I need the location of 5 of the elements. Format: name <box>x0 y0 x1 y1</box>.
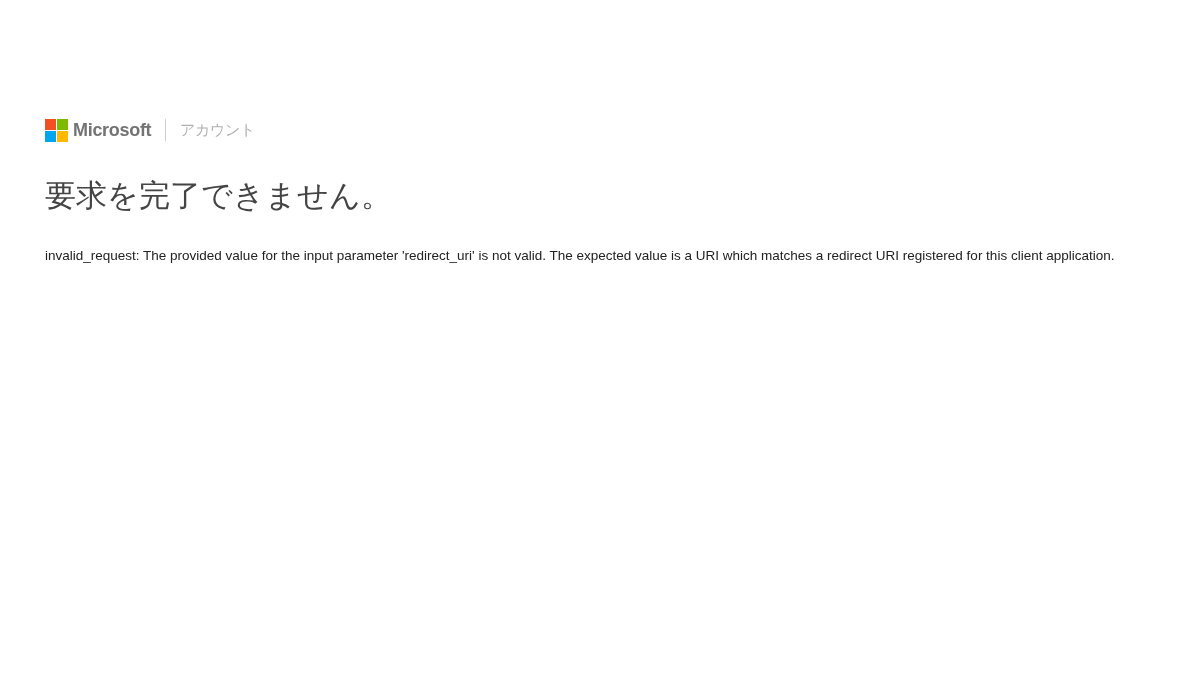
logo-icon <box>45 118 68 142</box>
page-title: 要求を完了できません。 <box>45 177 393 215</box>
brand-name: Microsoft <box>73 118 152 142</box>
section-label: アカウント <box>180 119 256 140</box>
error-message: invalid_request: The provided value for the input parameter 'redirect_uri' is not valid. The expected value is a URI which matches a redirect URI registered for this client application. <box>45 247 1116 265</box>
